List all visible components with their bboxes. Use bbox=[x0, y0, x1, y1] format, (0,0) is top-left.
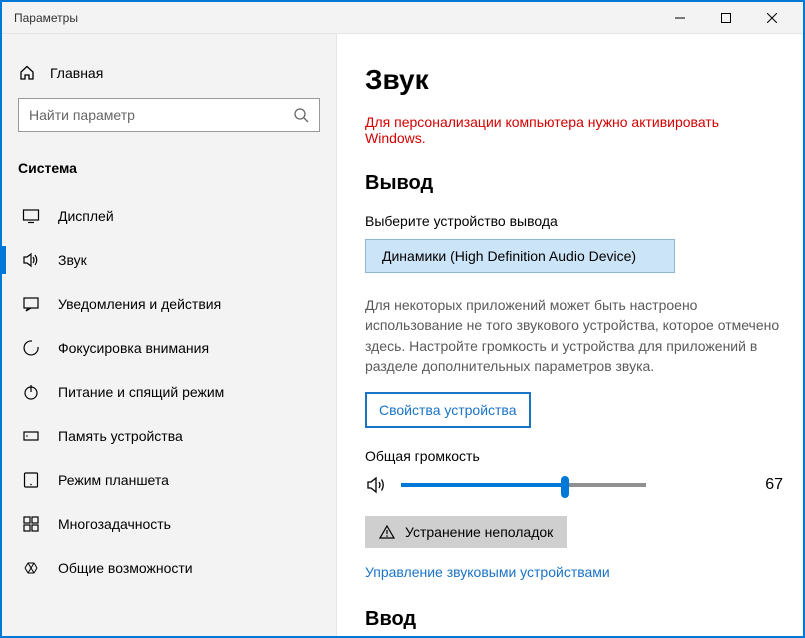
sidebar-item-storage[interactable]: Память устройства bbox=[2, 414, 336, 458]
home-label: Главная bbox=[50, 65, 103, 81]
focus-icon bbox=[22, 339, 40, 357]
minimize-button[interactable] bbox=[657, 2, 703, 34]
sidebar-item-sound[interactable]: Звук bbox=[2, 238, 336, 282]
power-icon bbox=[22, 383, 40, 401]
sidebar-item-display[interactable]: Дисплей bbox=[2, 194, 336, 238]
shared-icon bbox=[22, 559, 40, 577]
sidebar-item-focus[interactable]: Фокусировка внимания bbox=[2, 326, 336, 370]
tablet-icon bbox=[22, 471, 40, 489]
sidebar-item-label: Звук bbox=[58, 252, 87, 268]
manage-devices-link[interactable]: Управление звуковыми устройствами bbox=[365, 564, 783, 580]
sidebar-item-power[interactable]: Питание и спящий режим bbox=[2, 370, 336, 414]
page-title: Звук bbox=[365, 64, 783, 96]
search-icon bbox=[293, 107, 309, 123]
home-button[interactable]: Главная bbox=[2, 64, 336, 98]
output-help-text: Для некоторых приложений может быть наст… bbox=[365, 295, 783, 376]
sidebar-item-label: Общие возможности bbox=[58, 560, 193, 576]
volume-icon bbox=[365, 474, 389, 496]
troubleshoot-button[interactable]: Устранение неполадок bbox=[365, 516, 567, 548]
main-content: Звук Для персонализации компьютера нужно… bbox=[337, 34, 803, 636]
sidebar-item-label: Фокусировка внимания bbox=[58, 340, 209, 356]
troubleshoot-label: Устранение неполадок bbox=[405, 524, 553, 540]
storage-icon bbox=[22, 427, 40, 445]
maximize-button[interactable] bbox=[703, 2, 749, 34]
search-field[interactable] bbox=[29, 107, 293, 123]
sidebar-item-label: Уведомления и действия bbox=[58, 296, 221, 312]
sidebar-item-shared[interactable]: Общие возможности bbox=[2, 546, 336, 590]
sidebar-item-notifications[interactable]: Уведомления и действия bbox=[2, 282, 336, 326]
sound-icon bbox=[22, 251, 40, 269]
home-icon bbox=[18, 64, 36, 82]
sidebar-item-multitasking[interactable]: Многозадачность bbox=[2, 502, 336, 546]
input-heading: Ввод bbox=[365, 608, 783, 631]
sidebar-section-header: Система bbox=[2, 150, 336, 186]
sidebar-item-label: Память устройства bbox=[58, 428, 183, 444]
sidebar-item-label: Питание и спящий режим bbox=[58, 384, 224, 400]
output-heading: Вывод bbox=[365, 172, 783, 195]
sidebar: Главная Система Дисплей Звук Уведом bbox=[2, 34, 337, 636]
notifications-icon bbox=[22, 295, 40, 313]
sidebar-item-label: Режим планшета bbox=[58, 472, 169, 488]
multitasking-icon bbox=[22, 515, 40, 533]
sidebar-nav: Дисплей Звук Уведомления и действия Фоку… bbox=[2, 186, 336, 590]
output-device-select[interactable]: Динамики (High Definition Audio Device) bbox=[365, 239, 675, 273]
output-device-value: Динамики (High Definition Audio Device) bbox=[382, 248, 636, 264]
display-icon bbox=[22, 207, 40, 225]
volume-slider[interactable] bbox=[401, 483, 646, 487]
sidebar-item-label: Многозадачность bbox=[58, 516, 171, 532]
device-properties-link[interactable]: Свойства устройства bbox=[365, 392, 531, 428]
window-title: Параметры bbox=[10, 11, 78, 25]
search-input[interactable] bbox=[18, 98, 320, 132]
titlebar: Параметры bbox=[2, 2, 803, 34]
close-button[interactable] bbox=[749, 2, 795, 34]
warning-icon bbox=[379, 524, 395, 540]
activation-warning: Для персонализации компьютера нужно акти… bbox=[365, 114, 783, 146]
output-device-label: Выберите устройство вывода bbox=[365, 213, 783, 229]
volume-value: 67 bbox=[738, 476, 783, 494]
master-volume-label: Общая громкость bbox=[365, 448, 783, 464]
sidebar-item-tablet[interactable]: Режим планшета bbox=[2, 458, 336, 502]
sidebar-item-label: Дисплей bbox=[58, 208, 114, 224]
